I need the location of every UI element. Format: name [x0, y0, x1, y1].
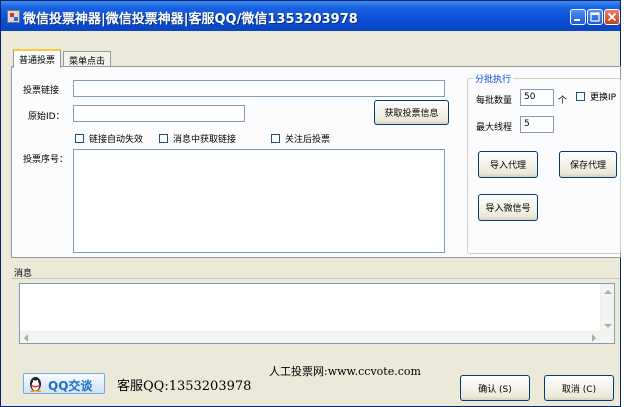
- origin-id-label: 原始ID：: [28, 112, 65, 122]
- scroll-left-icon[interactable]: [24, 334, 28, 342]
- ok-button[interactable]: 确认 (S): [460, 375, 530, 401]
- website-text: 人工投票网:www.ccvote.com: [269, 365, 421, 378]
- vote-number-label: 投票序号：: [23, 155, 69, 165]
- vote-link-input[interactable]: [73, 80, 445, 97]
- tab-normal-vote[interactable]: 普通投票: [13, 49, 62, 68]
- checkbox-label: 关注后投票: [285, 135, 331, 145]
- checkbox-label: 链接自动失效: [89, 135, 144, 145]
- title-bar[interactable]: 微信投票神器|微信投票神器|客服QQ/微信1353203978: [1, 1, 620, 31]
- batch-group-title: 分批执行: [473, 72, 514, 85]
- horizontal-scrollbar[interactable]: [20, 331, 601, 343]
- checkbox-box[interactable]: [159, 134, 168, 143]
- max-threads-label: 最大线程: [476, 123, 513, 133]
- checkbox-label: 消息中获取链接: [173, 135, 237, 145]
- minimize-button[interactable]: [570, 9, 586, 25]
- maximize-icon: [590, 12, 600, 22]
- checkbox-change-ip[interactable]: 更换IP: [576, 90, 616, 103]
- scroll-down-icon[interactable]: [604, 324, 612, 328]
- vote-number-textarea[interactable]: [73, 149, 445, 253]
- per-batch-input[interactable]: 50: [520, 89, 554, 106]
- get-vote-info-button[interactable]: 获取投票信息: [374, 100, 449, 125]
- close-icon: [607, 12, 617, 22]
- cancel-button[interactable]: 取消 (C): [544, 375, 614, 401]
- checkbox-box[interactable]: [75, 134, 84, 143]
- messages-box[interactable]: [19, 283, 615, 344]
- tab-menu-click[interactable]: 菜单点击: [63, 51, 112, 67]
- checkbox-get-link-from-message[interactable]: 消息中获取链接: [159, 132, 236, 145]
- qq-chat-button[interactable]: QQ交谈: [23, 373, 105, 394]
- max-threads-input[interactable]: 5: [520, 116, 554, 133]
- app-icon: [7, 10, 20, 23]
- checkbox-link-auto-expire[interactable]: 链接自动失效: [75, 132, 143, 145]
- checkbox-box[interactable]: [271, 134, 280, 143]
- main-window: 微信投票神器|微信投票神器|客服QQ/微信1353203978 普通投票 菜单点…: [0, 0, 621, 407]
- scroll-right-icon[interactable]: [592, 334, 596, 342]
- import-wechat-button[interactable]: 导入微信号: [478, 194, 538, 221]
- checkbox-vote-after-follow[interactable]: 关注后投票: [271, 132, 330, 145]
- checkbox-box[interactable]: [576, 92, 585, 101]
- vote-link-label: 投票链接: [23, 86, 60, 96]
- service-qq-text: 客服QQ:1353203978: [117, 379, 252, 394]
- scroll-up-icon[interactable]: [604, 290, 612, 294]
- save-proxy-button[interactable]: 保存代理: [559, 151, 617, 178]
- import-proxy-button[interactable]: 导入代理: [478, 151, 538, 178]
- origin-id-input[interactable]: [73, 105, 245, 122]
- messages-divider: [11, 278, 620, 279]
- minimize-icon: [574, 19, 580, 21]
- checkbox-label: 更换IP: [590, 93, 617, 103]
- per-batch-unit: 个: [558, 96, 568, 106]
- per-batch-label: 每批数量: [476, 96, 513, 106]
- maximize-button[interactable]: [587, 9, 603, 25]
- qq-chat-label: QQ交谈: [48, 379, 93, 393]
- window-title: 微信投票神器|微信投票神器|客服QQ/微信1353203978: [23, 12, 358, 27]
- qq-penguin-icon: [30, 377, 41, 392]
- close-button[interactable]: [604, 9, 620, 25]
- vertical-scrollbar[interactable]: [600, 284, 614, 343]
